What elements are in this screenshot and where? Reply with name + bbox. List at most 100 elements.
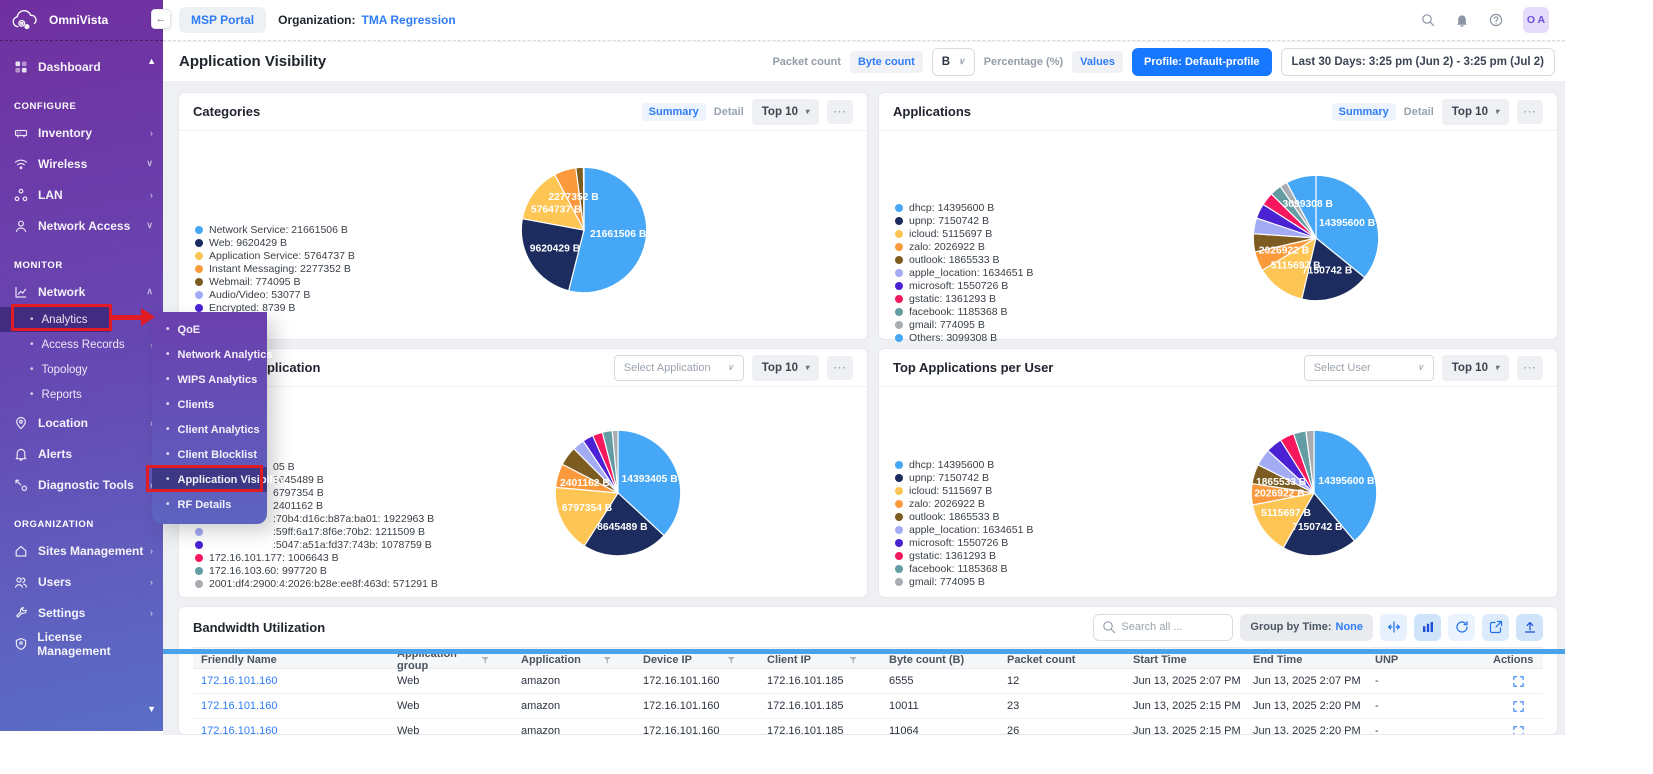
- column-header-device-ip[interactable]: Device IP: [635, 654, 759, 666]
- legend-item: apple_location: 1634651 B: [895, 523, 1033, 536]
- sidebar-item-dashboard[interactable]: Dashboard: [0, 52, 163, 82]
- cell-unp: -: [1367, 700, 1485, 712]
- column-header-start-time[interactable]: Start Time: [1125, 654, 1245, 666]
- expand-row-icon[interactable]: [1485, 675, 1543, 688]
- sidebar-item-network-access[interactable]: Network Access∨: [0, 210, 163, 241]
- applications-top-n-dropdown[interactable]: Top 10 ▾: [1442, 99, 1509, 125]
- legend-item: apple_location: 1634651 B: [895, 266, 1033, 279]
- sidebar-item-settings[interactable]: Settings›: [0, 597, 163, 628]
- top-devices-more-menu-button[interactable]: ⋯: [827, 356, 853, 380]
- applications-pie-chart[interactable]: 14395600 B7150742 B5115697 B2026922 B309…: [1250, 172, 1382, 304]
- bullet-icon: •: [166, 349, 170, 360]
- sidebar-item-lan[interactable]: LAN›: [0, 179, 163, 210]
- filter-icon[interactable]: [848, 655, 859, 666]
- notifications-bell-icon[interactable]: [1455, 13, 1469, 27]
- filter-icon[interactable]: [726, 655, 737, 666]
- sidebar-item-wireless[interactable]: Wireless∨: [0, 148, 163, 179]
- flyout-item-qoe[interactable]: •QoE: [152, 317, 267, 342]
- top-users-pie-chart[interactable]: 14395600 B7150742 B5115697 B2026922 B186…: [1248, 427, 1380, 559]
- column-header-friendly-name[interactable]: Friendly Name: [193, 654, 389, 666]
- column-header-unp[interactable]: UNP: [1367, 654, 1485, 666]
- byte-count-toggle[interactable]: Byte count: [850, 51, 923, 73]
- cell-friendly-name[interactable]: 172.16.101.160: [193, 725, 389, 735]
- flyout-item-wips-analytics[interactable]: •WIPS Analytics: [152, 367, 267, 392]
- horizontal-scrollbar[interactable]: [163, 649, 1565, 654]
- group-by-time-value: None: [1336, 621, 1364, 633]
- sidebar-item-license-management[interactable]: License Management: [0, 628, 163, 659]
- flyout-item-application-visibility[interactable]: •Application Visibility: [152, 467, 267, 492]
- categories-summary-tab[interactable]: Summary: [642, 103, 706, 121]
- applications-summary-tab[interactable]: Summary: [1332, 103, 1396, 121]
- group-by-time-button[interactable]: Group by Time: None: [1240, 614, 1373, 641]
- packet-count-toggle[interactable]: Packet count: [772, 56, 840, 68]
- refresh-icon[interactable]: [1448, 614, 1475, 641]
- svg-text:2401162 B: 2401162 B: [560, 478, 610, 489]
- sidebar-subitem-reports[interactable]: •Reports: [0, 382, 163, 407]
- expand-row-icon[interactable]: [1485, 725, 1543, 736]
- legend-item: 2001:df4:2900:4:2026:b28e:ee8f:463d: 571…: [195, 577, 438, 590]
- sidebar-item-network[interactable]: Network∧: [0, 276, 163, 307]
- top-devices-pie-chart[interactable]: 14393405 B8645489 B6797354 B2401162 B: [552, 427, 684, 559]
- sidebar-subitem-access-records[interactable]: •Access Records›: [0, 332, 163, 357]
- avatar[interactable]: O A: [1523, 7, 1549, 33]
- table-search[interactable]: [1093, 614, 1233, 641]
- unit-dropdown[interactable]: B ∨: [932, 48, 975, 76]
- flyout-item-rf-details[interactable]: •RF Details: [152, 492, 267, 517]
- top-devices-top-n-dropdown[interactable]: Top 10 ▾: [752, 355, 819, 381]
- date-range-picker[interactable]: Last 30 Days: 3:25 pm (Jun 2) - 3:25 pm …: [1281, 48, 1555, 76]
- applications-detail-tab[interactable]: Detail: [1404, 106, 1434, 118]
- sidebar-collapse-button[interactable]: ←: [151, 9, 171, 29]
- sidebar-item-users[interactable]: Users›: [0, 566, 163, 597]
- cell-friendly-name[interactable]: 172.16.101.160: [193, 675, 389, 687]
- sidebar-item-alerts[interactable]: Alerts: [0, 438, 163, 469]
- column-header-packet-count[interactable]: Packet count: [999, 654, 1125, 666]
- cell-friendly-name[interactable]: 172.16.101.160: [193, 700, 389, 712]
- bandwidth-utilization-card: Bandwidth Utilization Group by Time: Non…: [178, 606, 1558, 735]
- column-header-client-ip[interactable]: Client IP: [759, 654, 881, 666]
- license-management-icon: [14, 636, 28, 651]
- help-icon[interactable]: [1489, 13, 1503, 27]
- sidebar-subitem-topology[interactable]: •Topology: [0, 357, 163, 382]
- categories-top-n-dropdown[interactable]: Top 10 ▾: [752, 99, 819, 125]
- select-application-dropdown[interactable]: Select Application ∨: [614, 355, 744, 381]
- sidebar-section-monitor: MONITOR: [0, 254, 163, 276]
- column-header-actions[interactable]: Actions: [1485, 654, 1543, 666]
- flyout-item-clients[interactable]: •Clients: [152, 392, 267, 417]
- expand-row-icon[interactable]: [1485, 700, 1543, 713]
- select-user-dropdown[interactable]: Select User ∨: [1304, 355, 1434, 381]
- columns-icon[interactable]: [1414, 614, 1441, 641]
- cell-application: amazon: [513, 700, 635, 712]
- top-users-top-n-dropdown[interactable]: Top 10 ▾: [1442, 355, 1509, 381]
- upload-icon[interactable]: [1516, 614, 1543, 641]
- flyout-item-client-analytics[interactable]: •Client Analytics: [152, 417, 267, 442]
- nav-scroll-down-icon[interactable]: ▼: [147, 704, 156, 714]
- column-header-end-time[interactable]: End Time: [1245, 654, 1367, 666]
- column-header-application[interactable]: Application: [513, 654, 635, 666]
- filter-icon[interactable]: [480, 655, 491, 666]
- export-icon[interactable]: [1482, 614, 1509, 641]
- sidebar-item-diagnostic-tools[interactable]: Diagnostic Tools›: [0, 469, 163, 500]
- resize-columns-icon[interactable]: [1380, 614, 1407, 641]
- top-users-more-menu-button[interactable]: ⋯: [1517, 356, 1543, 380]
- applications-more-menu-button[interactable]: ⋯: [1517, 100, 1543, 124]
- chevron-icon: ›: [150, 608, 153, 618]
- msp-portal-button[interactable]: MSP Portal: [179, 7, 266, 33]
- search-input[interactable]: [1121, 621, 1224, 633]
- sidebar-subitem-analytics[interactable]: •Analytics: [0, 307, 111, 332]
- categories-detail-tab[interactable]: Detail: [714, 106, 744, 118]
- lan-icon: [14, 187, 29, 202]
- sidebar-item-location[interactable]: Location›: [0, 407, 163, 438]
- percentage-toggle[interactable]: Percentage (%): [984, 56, 1063, 68]
- flyout-item-client-blocklist[interactable]: •Client Blocklist: [152, 442, 267, 467]
- categories-pie-chart[interactable]: 21661506 B9620429 B5764737 B2277352 B: [518, 164, 650, 296]
- search-icon[interactable]: [1421, 13, 1435, 27]
- profile-button[interactable]: Profile: Default-profile: [1132, 48, 1272, 76]
- organization-link[interactable]: TMA Regression: [361, 13, 455, 27]
- sidebar-item-sites-management[interactable]: Sites Management›: [0, 535, 163, 566]
- sidebar-item-inventory[interactable]: Inventory›: [0, 117, 163, 148]
- flyout-item-network-analytics[interactable]: •Network Analytics: [152, 342, 267, 367]
- filter-icon[interactable]: [602, 655, 613, 666]
- column-header-byte-count-b[interactable]: Byte count (B): [881, 654, 999, 666]
- categories-more-menu-button[interactable]: ⋯: [827, 100, 853, 124]
- values-toggle[interactable]: Values: [1072, 51, 1123, 73]
